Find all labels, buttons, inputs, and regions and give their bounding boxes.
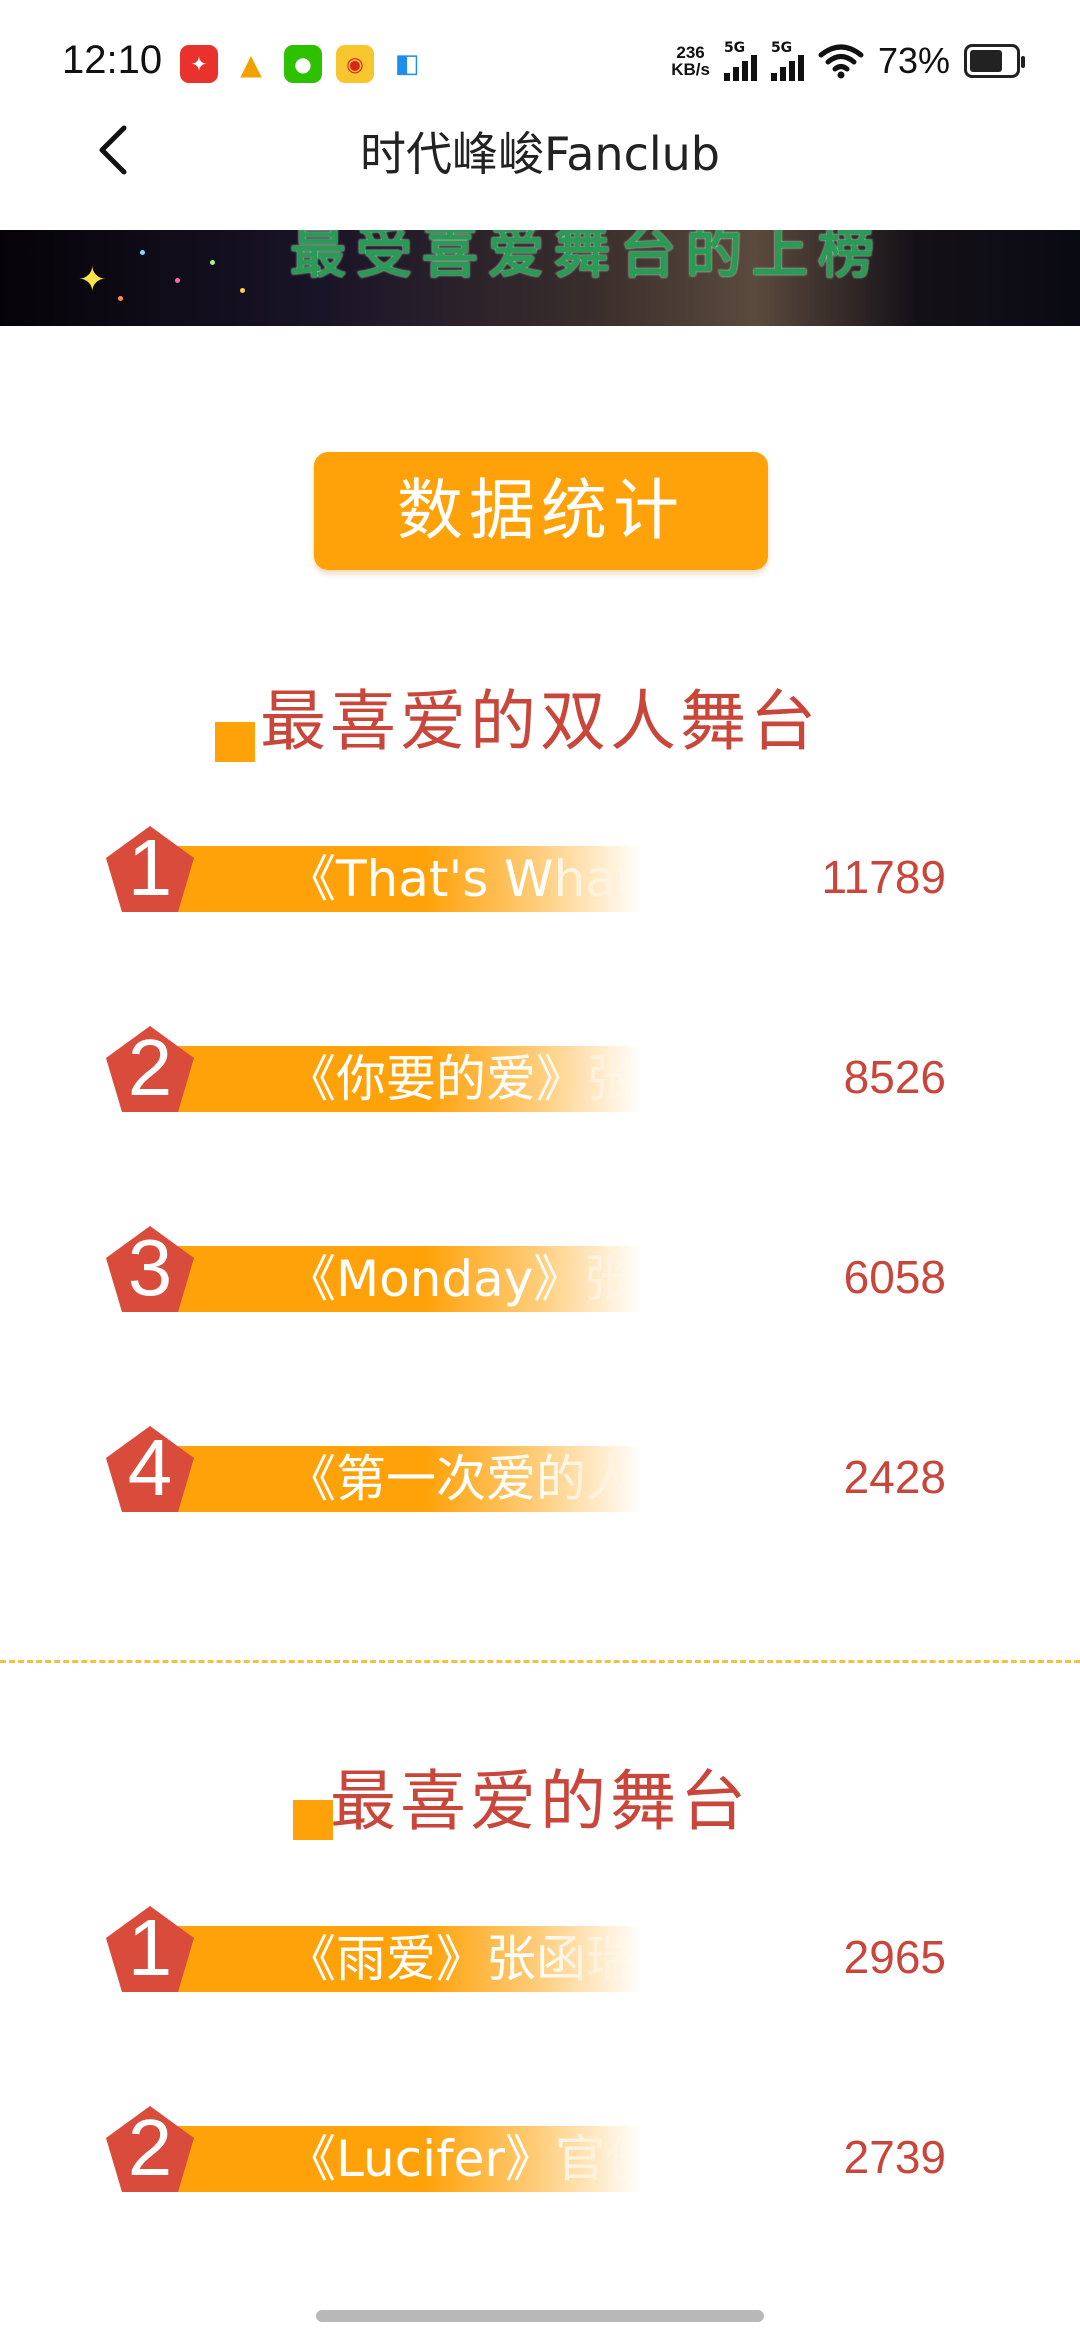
network-speed-unit: KB/s [671, 60, 710, 79]
status-indicators: 236 KB/s 5G 5G 73% [671, 40, 1025, 82]
signal-icon: 5G [770, 40, 804, 81]
rank-badge: 2 [102, 1022, 198, 1118]
rank-badge: 3 [102, 1222, 198, 1318]
signal-label: 5G [723, 40, 746, 56]
rank-number: 2 [127, 2103, 173, 2192]
battery-icon [964, 44, 1025, 78]
battery-fill [970, 50, 1003, 72]
news-app-icon: ✦ [180, 45, 218, 83]
rank-number: 1 [127, 1903, 173, 1992]
vote-count: 2965 [843, 1931, 946, 1983]
wifi-icon [818, 44, 864, 79]
ranking-row[interactable]: 1 《雨爱》张函瑞/2965 [102, 1902, 962, 2002]
stage-name: 《雨爱》张函瑞/ [286, 1930, 642, 1988]
sparkle-dot [240, 288, 245, 293]
network-speed: 236 KB/s [671, 44, 710, 78]
stage-name: 《Monday》张桂源 [286, 1250, 642, 1308]
vote-count: 8526 [843, 1051, 946, 1103]
rank-number: 2 [127, 1023, 173, 1112]
stage-title: 最喜爱的舞台 [330, 1763, 750, 1840]
wechat-icon: ● [284, 45, 322, 83]
data-stats-header: 数据统计 [314, 452, 768, 570]
cloud-app-icon: ◧ [388, 45, 426, 83]
ranking-row[interactable]: 2 《Lucifer》官俊臣 2739 [102, 2102, 962, 2202]
vote-count: 6058 [843, 1251, 946, 1303]
signal-label: 5G [770, 40, 793, 56]
signal-icon: 5G [723, 40, 757, 81]
rank-badge: 1 [102, 1902, 198, 1998]
star-icon: ✦ [78, 260, 107, 300]
battery-percent: 73% [877, 40, 950, 81]
rank-number: 1 [127, 823, 173, 912]
banner-text: 最受喜爱舞台的上榜 [290, 230, 884, 286]
rank-number: 3 [127, 1223, 173, 1312]
sparkle-dot [118, 296, 123, 301]
status-bar: 12:10 ✦ ▲ ● ◉ ◧ 236 KB/s 5G 5G 73% [0, 0, 1080, 135]
warning-app-icon: ▲ [232, 45, 270, 83]
page-title: 时代峰峻Fanclub [359, 127, 720, 181]
rank-badge: 2 [102, 2102, 198, 2198]
rank-badge: 4 [102, 1422, 198, 1518]
sparkle-dot [140, 250, 145, 255]
sparkle-dot [175, 278, 180, 283]
weibo-icon: ◉ [336, 45, 374, 83]
stage-name: 《第一次爱的人》 [286, 1450, 642, 1508]
vote-count: 2739 [843, 2131, 946, 2183]
vote-count: 11789 [821, 851, 946, 903]
stage-name: 《That's What I Like》 [286, 850, 642, 908]
status-time: 12:10 [62, 38, 163, 82]
ranking-row[interactable]: 2 《你要的爱》张函瑞 8526 [102, 1022, 962, 1122]
sparkle-dot [210, 260, 215, 265]
stage-name: 《Lucifer》官俊臣 [286, 2130, 642, 2188]
vote-count: 2428 [843, 1451, 946, 1503]
banner-image: 最受喜爱舞台的上榜 ✦ [0, 230, 1080, 326]
home-indicator[interactable] [316, 2310, 764, 2322]
stage-name: 《你要的爱》张函瑞 [286, 1050, 642, 1108]
ranking-row[interactable]: 1 《That's What I Like》 11789 [102, 822, 962, 922]
rank-badge: 1 [102, 822, 198, 918]
network-speed-value: 236 [676, 43, 705, 62]
duo-stage-title: 最喜爱的双人舞台 [260, 683, 820, 760]
rank-number: 4 [127, 1423, 173, 1512]
section-divider [0, 1660, 1080, 1663]
notification-icons: ✦ ▲ ● ◉ ◧ [180, 45, 426, 83]
ranking-row[interactable]: 3 《Monday》张桂源 6058 [102, 1222, 962, 1322]
ranking-row[interactable]: 4 《第一次爱的人》 2428 [102, 1422, 962, 1522]
